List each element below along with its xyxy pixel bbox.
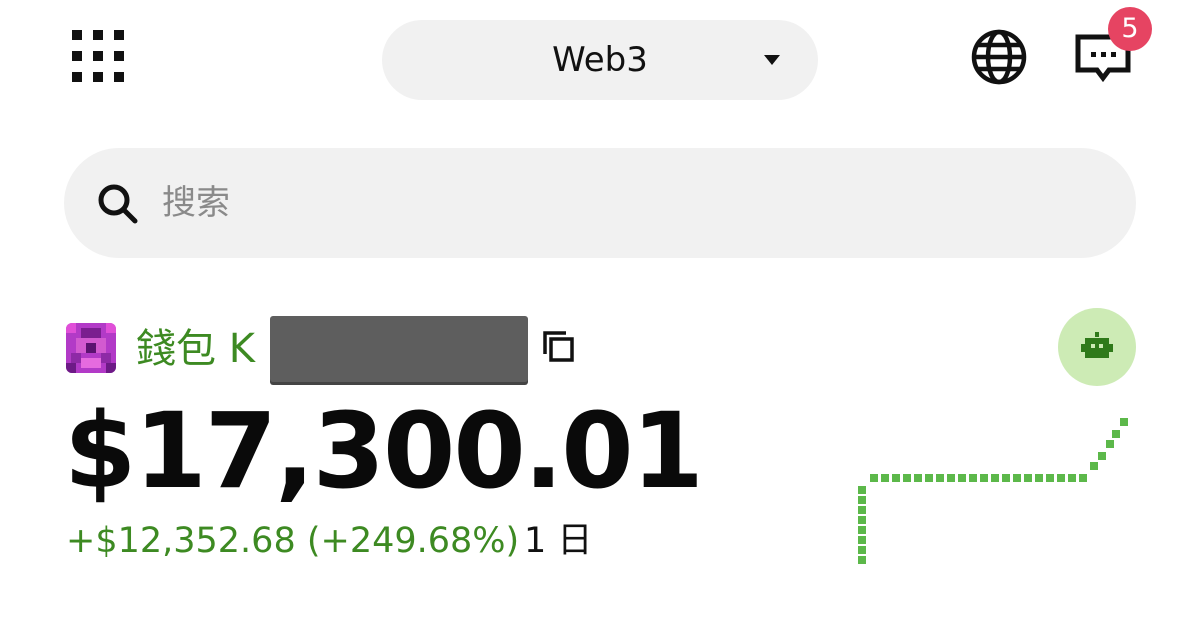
sparkline-dot	[1112, 430, 1120, 438]
robot-icon	[1081, 332, 1113, 358]
sparkline-dot	[1046, 474, 1054, 482]
sparkline-dot	[914, 474, 922, 482]
sparkline-dot	[858, 486, 866, 494]
sparkline-dot	[1120, 418, 1128, 426]
redacted-address	[270, 316, 528, 382]
grid-icon[interactable]	[72, 30, 128, 82]
sparkline-dot	[870, 474, 878, 482]
search-input[interactable]	[162, 176, 1062, 230]
sparkline-chart	[858, 418, 1128, 564]
network-switcher-label: Web3	[552, 40, 648, 80]
sparkline-dot	[936, 474, 944, 482]
sparkline-dot	[969, 474, 977, 482]
sparkline-dot	[1098, 452, 1106, 460]
search-icon	[98, 184, 138, 224]
sparkline-dot	[858, 516, 866, 524]
sparkline-dot	[1079, 474, 1087, 482]
sparkline-dot	[1002, 474, 1010, 482]
sparkline-dot	[858, 506, 866, 514]
period-selector[interactable]: 1 日	[524, 514, 592, 568]
network-switcher[interactable]: Web3	[382, 20, 818, 100]
sparkline-dot	[858, 496, 866, 504]
sparkline-dot	[947, 474, 955, 482]
sparkline-dot	[892, 474, 900, 482]
notification-badge: 5	[1108, 7, 1152, 51]
sparkline-dot	[903, 474, 911, 482]
sparkline-dot	[1106, 440, 1114, 448]
sparkline-dot	[1024, 474, 1032, 482]
globe-icon[interactable]	[968, 26, 1030, 88]
copy-icon[interactable]	[540, 328, 576, 364]
sparkline-dot	[980, 474, 988, 482]
sparkline-dot	[1057, 474, 1065, 482]
sparkline-dot	[958, 474, 966, 482]
sparkline-dot	[858, 556, 866, 564]
sparkline-dot	[881, 474, 889, 482]
sparkline-dot	[1035, 474, 1043, 482]
sparkline-dot	[991, 474, 999, 482]
sparkline-dot	[858, 536, 866, 544]
sparkline-dot	[858, 546, 866, 554]
total-balance: $17,300.01	[64, 390, 704, 512]
sparkline-dot	[1090, 462, 1098, 470]
search-bar[interactable]	[64, 148, 1136, 258]
sparkline-dot	[925, 474, 933, 482]
avatar	[66, 323, 116, 373]
sparkline-dot	[1013, 474, 1021, 482]
balance-change: +$12,352.68 (+249.68%)	[66, 521, 520, 561]
sparkline-dot	[858, 526, 866, 534]
bot-button[interactable]	[1058, 308, 1136, 386]
sparkline-dot	[1068, 474, 1076, 482]
caret-down-icon	[764, 55, 780, 65]
wallet-name[interactable]: 錢包 K	[136, 321, 255, 377]
